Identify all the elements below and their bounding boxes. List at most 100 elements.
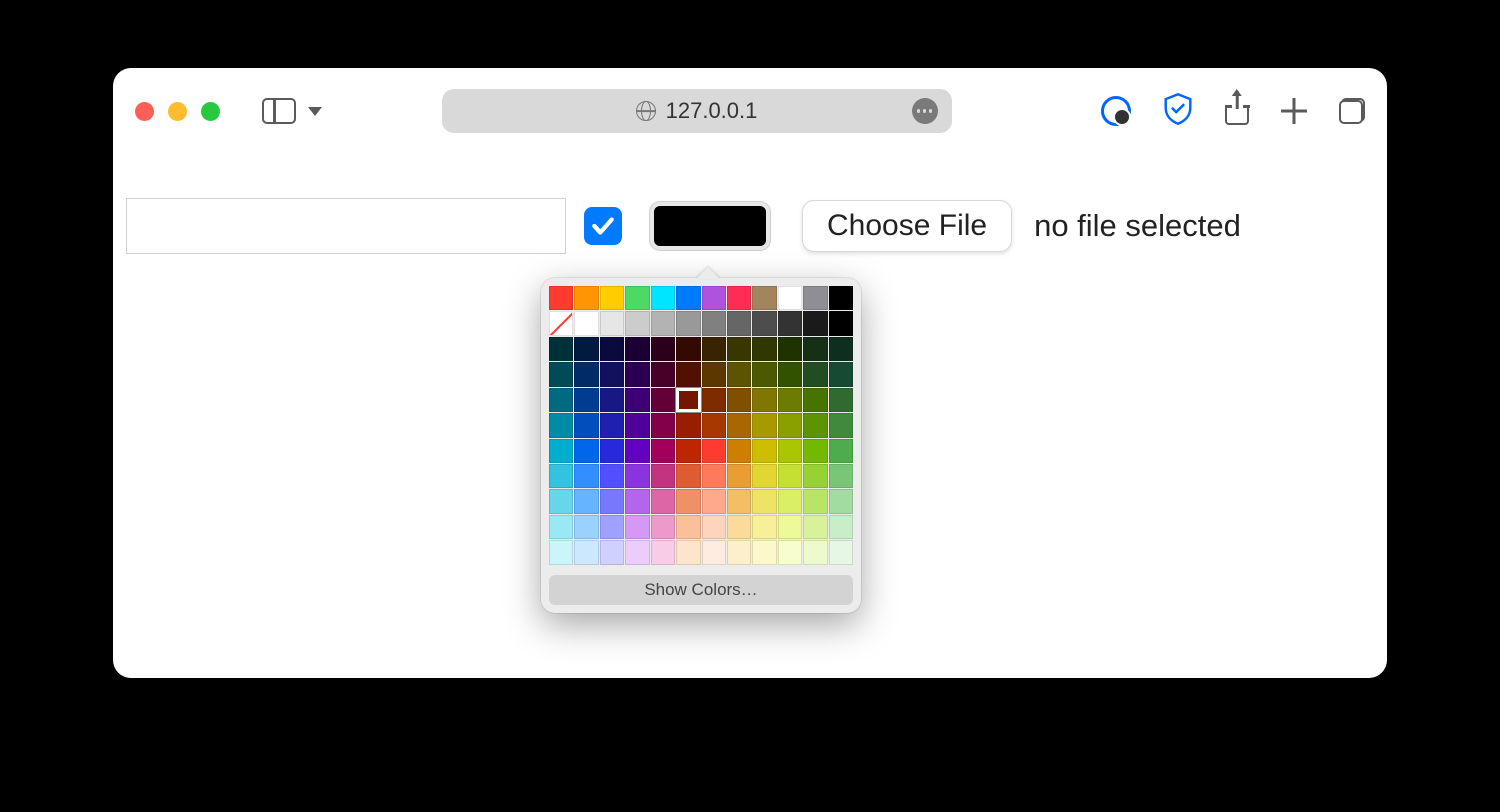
color-swatch[interactable] [625, 540, 649, 564]
color-swatch[interactable] [829, 439, 853, 463]
color-swatch[interactable] [676, 464, 700, 488]
color-swatch[interactable] [625, 464, 649, 488]
color-swatch[interactable] [676, 413, 700, 437]
show-colors-button[interactable]: Show Colors… [549, 575, 853, 605]
color-swatch[interactable] [778, 439, 802, 463]
color-swatch[interactable] [574, 286, 598, 310]
color-swatch[interactable] [752, 515, 776, 539]
color-swatch[interactable] [752, 413, 776, 437]
color-swatch[interactable] [752, 388, 776, 412]
color-swatch[interactable] [727, 439, 751, 463]
color-swatch[interactable] [727, 489, 751, 513]
color-swatch[interactable] [727, 515, 751, 539]
color-swatch[interactable] [651, 489, 675, 513]
color-swatch[interactable] [651, 464, 675, 488]
color-swatch[interactable] [803, 311, 827, 335]
color-swatch[interactable] [727, 464, 751, 488]
color-swatch[interactable] [702, 515, 726, 539]
color-swatch[interactable] [803, 439, 827, 463]
color-swatch[interactable] [676, 540, 700, 564]
color-swatch[interactable] [752, 540, 776, 564]
color-swatch[interactable] [829, 337, 853, 361]
color-swatch[interactable] [625, 286, 649, 310]
color-swatch[interactable] [574, 337, 598, 361]
color-swatch[interactable] [702, 439, 726, 463]
color-swatch[interactable] [702, 362, 726, 386]
color-swatch[interactable] [574, 515, 598, 539]
color-swatch[interactable] [549, 540, 573, 564]
color-swatch[interactable] [702, 388, 726, 412]
color-swatch[interactable] [676, 439, 700, 463]
color-swatch[interactable] [752, 489, 776, 513]
color-swatch[interactable] [625, 311, 649, 335]
color-swatch[interactable] [625, 337, 649, 361]
color-swatch[interactable] [574, 439, 598, 463]
color-swatch[interactable] [702, 540, 726, 564]
color-swatch[interactable] [549, 464, 573, 488]
color-swatch[interactable] [574, 362, 598, 386]
color-swatch[interactable] [651, 439, 675, 463]
color-swatch[interactable] [727, 388, 751, 412]
color-swatch[interactable] [574, 413, 598, 437]
color-swatch[interactable] [778, 388, 802, 412]
color-swatch[interactable] [829, 388, 853, 412]
color-swatch[interactable] [829, 489, 853, 513]
color-swatch[interactable] [625, 413, 649, 437]
color-swatch[interactable] [549, 337, 573, 361]
color-swatch[interactable] [752, 362, 776, 386]
color-swatch[interactable] [702, 311, 726, 335]
color-swatch[interactable] [651, 388, 675, 412]
shield-icon[interactable] [1163, 93, 1193, 130]
color-swatch[interactable] [651, 413, 675, 437]
color-swatch[interactable] [676, 311, 700, 335]
color-swatch[interactable] [651, 362, 675, 386]
color-swatch[interactable] [803, 489, 827, 513]
color-swatch[interactable] [829, 362, 853, 386]
color-swatch[interactable] [651, 515, 675, 539]
color-swatch[interactable] [549, 362, 573, 386]
color-swatch[interactable] [600, 540, 624, 564]
color-swatch[interactable] [778, 413, 802, 437]
close-window-button[interactable] [135, 102, 154, 121]
color-swatch[interactable] [574, 464, 598, 488]
color-swatch[interactable] [600, 515, 624, 539]
color-swatch[interactable] [625, 515, 649, 539]
color-swatch[interactable] [702, 413, 726, 437]
color-swatch[interactable] [676, 388, 700, 412]
color-swatch[interactable] [803, 413, 827, 437]
address-bar[interactable]: 127.0.0.1 [442, 89, 952, 133]
color-swatch[interactable] [829, 286, 853, 310]
color-swatch[interactable] [574, 489, 598, 513]
color-swatch[interactable] [600, 439, 624, 463]
color-swatch[interactable] [600, 464, 624, 488]
color-swatch[interactable] [549, 439, 573, 463]
color-swatch[interactable] [727, 413, 751, 437]
color-swatch[interactable] [574, 311, 598, 335]
page-menu-icon[interactable] [912, 98, 938, 124]
color-swatch[interactable] [600, 489, 624, 513]
color-swatch[interactable] [778, 540, 802, 564]
color-swatch[interactable] [549, 286, 573, 310]
color-swatch[interactable] [752, 337, 776, 361]
color-swatch[interactable] [803, 515, 827, 539]
color-swatch[interactable] [676, 362, 700, 386]
color-swatch[interactable] [600, 311, 624, 335]
color-swatch[interactable] [702, 489, 726, 513]
color-swatch[interactable] [702, 337, 726, 361]
color-swatch[interactable] [829, 464, 853, 488]
color-swatch[interactable] [574, 540, 598, 564]
color-swatch[interactable] [549, 311, 573, 335]
color-swatch[interactable] [778, 515, 802, 539]
color-swatch[interactable] [702, 286, 726, 310]
color-swatch[interactable] [549, 388, 573, 412]
color-swatch[interactable] [651, 540, 675, 564]
color-swatch[interactable] [727, 540, 751, 564]
color-swatch[interactable] [803, 337, 827, 361]
privacy-report-icon[interactable] [1101, 96, 1131, 126]
color-input[interactable] [650, 202, 770, 250]
color-swatch[interactable] [829, 413, 853, 437]
color-swatch[interactable] [778, 464, 802, 488]
color-swatch[interactable] [727, 362, 751, 386]
checkbox-input[interactable] [584, 207, 622, 245]
color-swatch[interactable] [625, 439, 649, 463]
